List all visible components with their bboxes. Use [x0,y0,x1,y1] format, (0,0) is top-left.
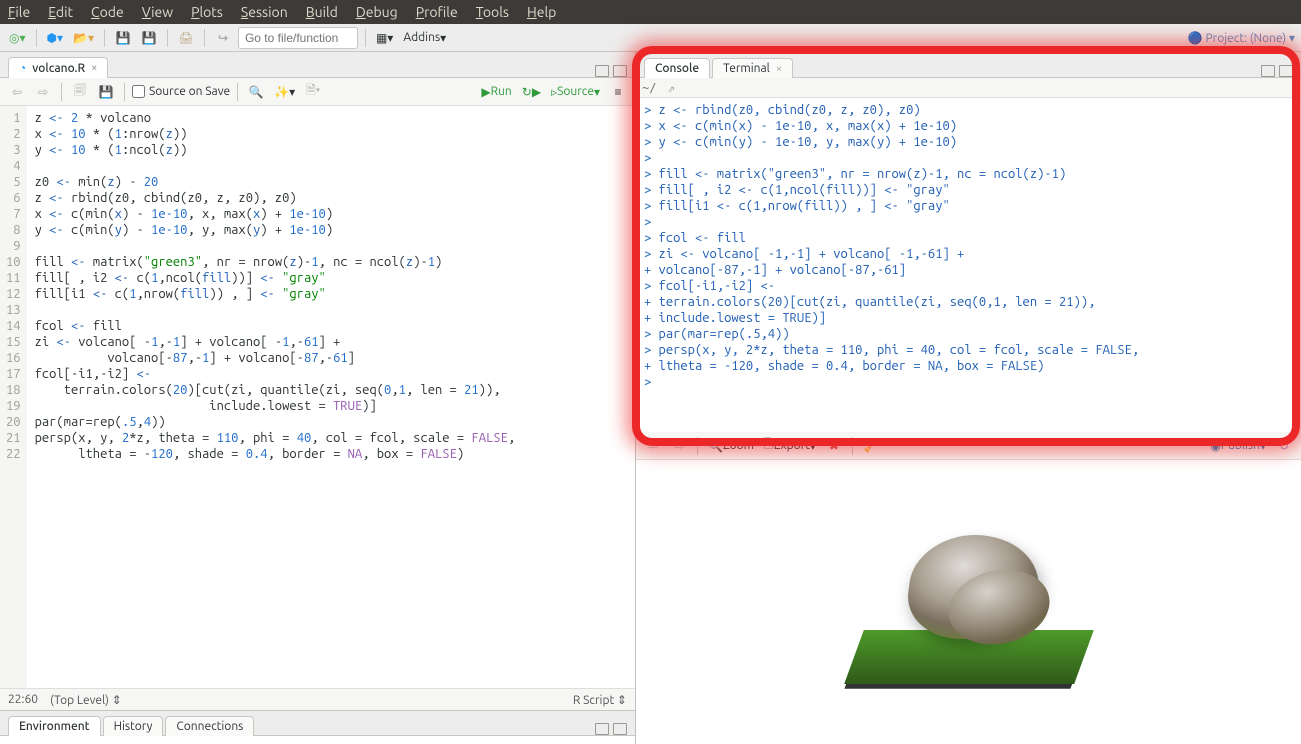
close-icon[interactable]: × [91,62,97,74]
save-all-button[interactable]: 💾 [138,27,160,49]
plots-toolbar: ⇦ ⇨ 🔍 Zoom 🖻 Export ▾ ✖ 🧹 ◉ Publish ▾ ↻ [636,432,1301,460]
tab-label: Terminal [723,62,770,75]
main-toolbar: ◎▾ ⬢▾ 📂▾ 💾 💾 🖨 ↪ ▦▾ Addins ▾ 🔵 Project: … [0,24,1301,52]
pane-minimize-icon[interactable] [595,723,609,735]
menu-build[interactable]: Build [306,4,338,20]
scope-label: (Top Level) [50,694,109,707]
save-button[interactable]: 💾 [112,27,134,49]
env-tabs: EnvironmentHistoryConnections [0,710,635,736]
run-button[interactable]: ▶ Run [478,81,514,103]
back-button[interactable]: ⇦ [6,81,28,103]
menu-plots[interactable]: Plots [191,4,223,20]
menu-edit[interactable]: Edit [48,4,73,20]
source-button[interactable]: ▹ Source ▾ [548,81,603,103]
forward-button[interactable]: ⇨ [32,81,54,103]
wand-button[interactable]: ✨▾ [271,81,298,103]
menu-tools[interactable]: Tools [476,4,509,20]
clear-plots-button[interactable]: 🧹 [860,435,882,457]
publish-button[interactable]: ◉ Publish ▾ [1207,435,1269,457]
source-toolbar: ⇦ ⇨ 🗐 💾 Source on Save 🔍 ✨▾ 🗎▾ ▶ Run ↻▶ … [0,78,635,106]
prev-plot-button[interactable]: ⇦ [642,435,664,457]
source-tab-volcano[interactable]: ◔ volcano.R × [8,57,108,78]
remove-plot-button[interactable]: ✖ [823,435,845,457]
env-tab-environment[interactable]: Environment [8,716,101,736]
source-btn-label: Source [557,85,594,98]
language-label: R Script [573,694,614,707]
addins-button[interactable]: Addins ▾ [400,27,449,49]
source-tab-label: volcano.R [32,62,85,75]
export-button[interactable]: 🖻 Export ▾ [761,435,819,457]
outline-button[interactable]: ≡ [607,81,629,103]
menu-code[interactable]: Code [91,4,124,20]
scope-selector[interactable]: (Top Level) ⇕ [50,693,122,707]
publish-label: Publish [1221,439,1260,452]
line-gutter: 12345678910111213141516171819202122 [0,106,27,688]
console-tabs: Console Terminal × [636,52,1301,78]
menu-debug[interactable]: Debug [356,4,398,20]
rerun-button[interactable]: ↻▶ [519,81,544,103]
env-tab-history[interactable]: History [103,716,164,736]
refresh-plots-button[interactable]: ↻ [1273,435,1295,457]
export-label: Export [774,439,810,452]
new-file-button[interactable]: ◎▾ [6,27,29,49]
menu-file[interactable]: File [8,4,30,20]
cursor-position: 22:60 [8,693,38,706]
plot-canvas [636,460,1301,744]
new-project-button[interactable]: ⬢▾ [44,27,67,49]
code-editor[interactable]: 12345678910111213141516171819202122 z <-… [0,106,635,688]
next-plot-button[interactable]: ⇨ [668,435,690,457]
compile-button[interactable]: 🗎▾ [302,81,324,103]
console-tab-console[interactable]: Console [644,58,710,78]
close-icon[interactable]: × [776,63,782,75]
pane-minimize-icon[interactable] [595,65,609,77]
menu-help[interactable]: Help [527,4,556,20]
addins-label: Addins [403,31,440,44]
code-body[interactable]: z <- 2 * volcanox <- 10 * (1:nrow(z))y <… [27,106,524,688]
pane-minimize-icon[interactable] [1261,65,1275,77]
source-tabs: ◔ volcano.R × [0,52,635,78]
console-tab-terminal[interactable]: Terminal × [712,58,793,78]
editor-status-bar: 22:60 (Top Level) ⇕ R Script ⇕ [0,688,635,710]
project-label: Project: (None) [1205,32,1286,45]
print-button[interactable]: 🖨 [175,27,197,49]
volcano-plot-icon [854,502,1084,702]
source-on-save-checkbox[interactable]: Source on Save [132,85,230,98]
console-output[interactable]: > z <- rbind(z0, cbind(z0, z, z0), z0)> … [636,98,1301,432]
project-menu[interactable]: 🔵 Project: (None) ▾ [1188,31,1295,45]
menu-session[interactable]: Session [241,4,288,20]
rfile-icon: ◔ [19,61,26,75]
pane-maximize-icon[interactable] [613,65,627,77]
show-doc-button[interactable]: 🗐 [69,81,91,103]
find-button[interactable]: 🔍 [245,81,267,103]
save-source-button[interactable]: 💾 [95,81,117,103]
menubar: File Edit Code View Plots Session Build Debug Pr… [0,0,1301,24]
tab-label: Console [655,62,699,75]
goto-input[interactable] [238,27,358,49]
grid-view-button[interactable]: ▦▾ [373,27,396,49]
console-cwd: ~/ [642,81,656,95]
console-cwd-bar: ~/ ⇗ [636,78,1301,98]
language-selector[interactable]: R Script ⇕ [573,693,627,707]
open-button[interactable]: 📂▾ [70,27,97,49]
menu-profile[interactable]: Profile [416,4,458,20]
run-label: Run [491,85,512,98]
menu-view[interactable]: View [142,4,173,20]
source-on-save-label: Source on Save [149,85,230,98]
pane-maximize-icon[interactable] [613,723,627,735]
cwd-popup-icon[interactable]: ⇗ [660,81,674,95]
zoom-label: Zoom [723,439,754,452]
pane-maximize-icon[interactable] [1279,65,1293,77]
env-tab-connections[interactable]: Connections [165,716,254,736]
goto-icon: ↪ [212,27,234,49]
zoom-button[interactable]: 🔍 Zoom [705,435,757,457]
